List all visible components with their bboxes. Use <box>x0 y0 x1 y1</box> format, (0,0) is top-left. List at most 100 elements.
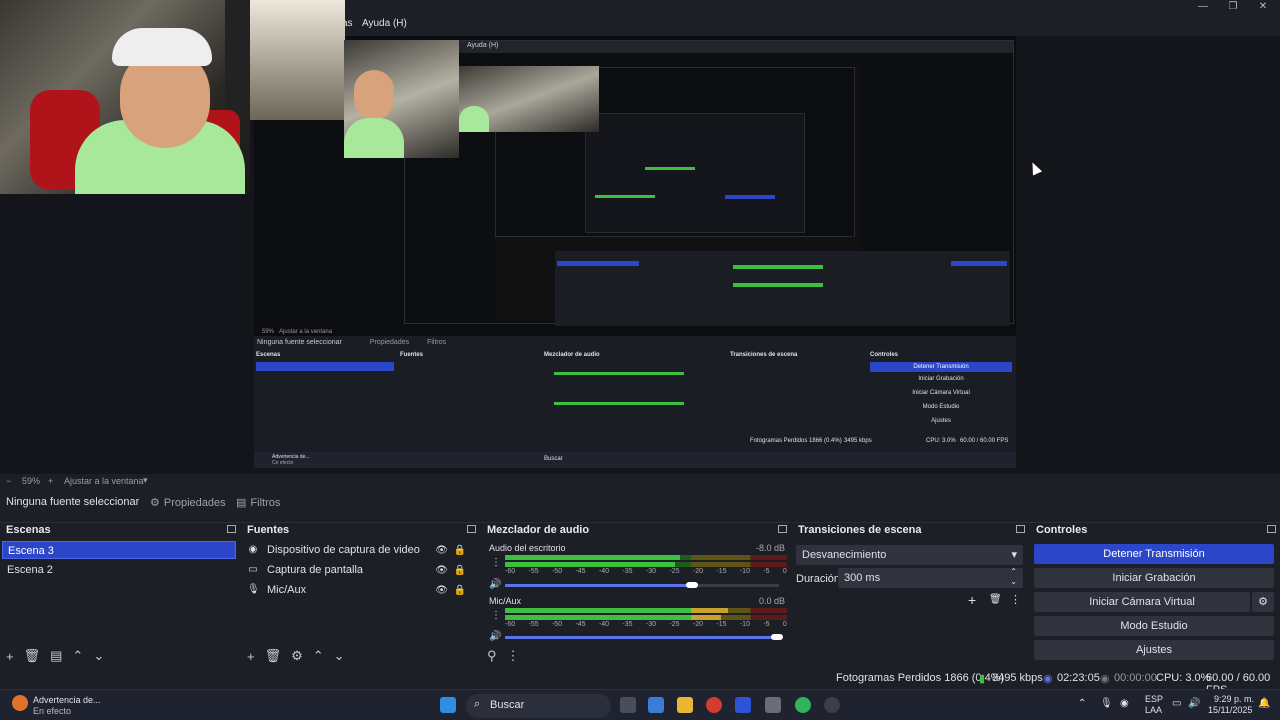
obs-icon[interactable] <box>824 697 840 713</box>
volume-knob-1[interactable] <box>771 634 783 640</box>
no-source-label: Ninguna fuente seleccionar <box>6 496 140 508</box>
windows-start-icon[interactable] <box>440 697 456 713</box>
kebab-menu-icon[interactable]: ⋮ <box>1010 593 1021 606</box>
source-item[interactable]: ▭ Captura de pantalla 👁 🔒 <box>247 561 472 579</box>
settings-app-icon[interactable] <box>765 697 781 713</box>
clock-time[interactable]: 9:29 p. m. <box>1214 694 1254 704</box>
store-icon[interactable] <box>735 697 751 713</box>
lock-icon[interactable]: 🔒 <box>454 545 466 556</box>
speaker-icon[interactable]: 🔊 <box>489 579 501 590</box>
meter-level-1 <box>505 608 728 613</box>
nested-settings-button: Ajustes <box>931 418 951 424</box>
stepper-icon[interactable]: ⌃ ⌄ <box>1010 567 1017 587</box>
move-down-icon[interactable]: ⌄ <box>334 648 345 664</box>
sources-toolbar: + 🗑 ⚙ ⌃ ⌄ <box>241 645 480 667</box>
properties-button[interactable]: ⚙ Propiedades <box>150 496 226 510</box>
add-icon[interactable]: + <box>247 649 255 664</box>
move-up-icon[interactable]: ⌃ <box>72 648 83 664</box>
zoom-out-icon[interactable]: − <box>6 476 11 486</box>
virtual-camera-settings-button[interactable]: ⚙ <box>1252 592 1274 612</box>
stop-stream-button[interactable]: Detener Transmisión <box>1034 544 1274 564</box>
meter-tick-label: -55 <box>528 621 539 628</box>
language-code[interactable]: ESP <box>1145 694 1163 704</box>
nested-mixer-title: Mezclador de audio <box>544 352 600 358</box>
preview-area[interactable]: Ayuda (H) 59% Ajustar a la ventana Ningu… <box>0 0 1280 474</box>
trash-icon[interactable]: 🗑 <box>989 594 1002 605</box>
lock-icon[interactable]: 🔒 <box>454 585 466 596</box>
scene-item-escena-2[interactable]: Escena 2 <box>2 561 236 579</box>
notification-bell-icon[interactable]: 🔔 <box>1258 698 1270 709</box>
volume-icon[interactable]: 🔊 <box>1188 698 1200 709</box>
microphone-tray-icon[interactable]: 🎙 <box>1100 698 1113 709</box>
filters-button[interactable]: ▤ Filtros <box>236 496 280 510</box>
zoom-in-icon[interactable]: + <box>48 476 53 486</box>
whatsapp-icon[interactable] <box>795 697 811 713</box>
meter-tick-label: -25 <box>669 568 680 575</box>
folder-icon[interactable] <box>677 697 693 713</box>
filter-icon[interactable]: ▤ <box>50 648 62 664</box>
transitions-dock: Transiciones de escena Desvanecimiento ▾… <box>792 522 1029 667</box>
fit-window-select[interactable]: Ajustar a la ventana <box>64 476 144 486</box>
meter-tick-label: -15 <box>716 621 727 628</box>
chevron-up-icon[interactable]: ⌃ <box>1078 698 1086 709</box>
language-variant: LAA <box>1145 705 1163 715</box>
add-icon[interactable]: + <box>968 592 976 608</box>
transition-select[interactable]: Desvanecimiento ▾ <box>796 545 1023 565</box>
meter-tick-label: -5 <box>763 568 770 575</box>
search-icon: ⌕ <box>474 698 481 710</box>
start-virtual-camera-button[interactable]: Iniciar Cámara Virtual <box>1034 592 1250 612</box>
dock-popout-icon[interactable] <box>1016 525 1025 533</box>
meter-area-0 <box>505 555 787 569</box>
chrome-icon[interactable] <box>706 697 722 713</box>
meter-tick-label: -35 <box>622 621 633 628</box>
mouse-cursor-icon <box>1027 160 1043 176</box>
copilot-icon[interactable] <box>648 697 664 713</box>
eye-icon[interactable]: 👁 <box>435 565 448 576</box>
camera-tray-icon[interactable]: ◉ <box>1120 698 1129 709</box>
notification-title[interactable]: Advertencia de... <box>33 695 101 705</box>
menu-help[interactable]: Ayuda (H) <box>362 18 407 29</box>
duration-input[interactable]: 300 ms ⌃ ⌄ <box>838 567 1023 588</box>
source-item[interactable]: 🎙 Mic/Aux 👁 🔒 <box>247 581 472 599</box>
trash-icon[interactable]: 🗑 <box>265 648 282 664</box>
volume-knob-0[interactable] <box>686 582 698 588</box>
meter-tick-label: -40 <box>598 568 610 575</box>
dock-popout-icon[interactable] <box>227 525 236 533</box>
move-up-icon[interactable]: ⌃ <box>313 648 324 664</box>
chevron-down-icon[interactable]: ▾ <box>143 475 148 486</box>
dock-popout-icon[interactable] <box>467 525 476 533</box>
dock-popout-icon[interactable] <box>1267 525 1276 533</box>
kebab-menu-icon[interactable]: ⋮ <box>491 610 501 621</box>
dock-popout-icon[interactable] <box>778 525 787 533</box>
lock-icon[interactable]: 🔒 <box>454 565 466 576</box>
minimize-icon[interactable]: — <box>1188 0 1218 14</box>
source-label: Captura de pantalla <box>267 564 364 576</box>
source-item[interactable]: ◉ Dispositivo de captura de video 👁 🔒 <box>247 541 472 559</box>
kebab-menu-icon[interactable]: ⋮ <box>491 557 501 568</box>
scene-item-escena-3[interactable]: Escena 3 <box>2 541 236 559</box>
link-icon[interactable]: ⚲ <box>487 648 497 664</box>
gear-icon[interactable]: ⚙ <box>291 648 303 664</box>
search-box[interactable]: ⌕ Buscar <box>466 694 611 718</box>
studio-mode-button[interactable]: Modo Estudio <box>1034 616 1274 636</box>
eye-icon[interactable]: 👁 <box>435 585 448 596</box>
move-down-icon[interactable]: ⌄ <box>93 648 104 664</box>
nested-source-toolbar: Ninguna fuente seleccionar Propiedades F… <box>254 336 1016 350</box>
start-recording-button[interactable]: Iniciar Grabación <box>1034 568 1274 588</box>
properties-label: Propiedades <box>163 496 226 509</box>
eye-icon[interactable]: 👁 <box>435 545 448 556</box>
nested-studio-button: Modo Estudio <box>922 404 960 410</box>
task-view-icon[interactable] <box>620 697 636 713</box>
network-icon[interactable]: ▭ <box>1172 698 1181 709</box>
nested-transitions-title: Transiciones de escena <box>730 352 798 358</box>
chevron-down-icon: ▾ <box>1011 549 1017 561</box>
close-icon[interactable]: ✕ <box>1248 0 1278 14</box>
speaker-icon[interactable]: 🔊 <box>489 631 501 642</box>
maximize-icon[interactable]: ❐ <box>1218 0 1248 14</box>
nested-fps: 60.00 / 60.00 FPS <box>960 438 1009 444</box>
trash-icon[interactable]: 🗑 <box>24 648 41 664</box>
settings-button[interactable]: Ajustes <box>1034 640 1274 660</box>
kebab-menu-icon[interactable]: ⋮ <box>507 648 520 664</box>
meter-tick-label: -50 <box>551 568 563 575</box>
add-icon[interactable]: + <box>6 649 14 664</box>
